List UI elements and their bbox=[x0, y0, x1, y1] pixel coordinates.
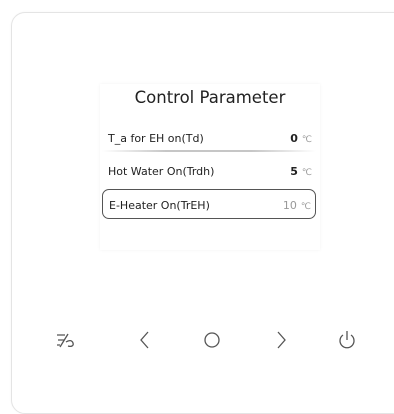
chevron-left-icon bbox=[140, 331, 149, 349]
row-divider bbox=[102, 150, 316, 152]
param-row-td[interactable]: T_a for EH on(Td) 0 ℃ bbox=[102, 125, 316, 151]
next-button[interactable] bbox=[268, 327, 294, 353]
lock-button[interactable] bbox=[52, 327, 78, 353]
unit-label: ℃ bbox=[300, 202, 311, 212]
ok-button[interactable] bbox=[199, 327, 225, 353]
power-icon bbox=[339, 331, 355, 349]
lock-slash-icon bbox=[57, 333, 74, 348]
unit-label: ℃ bbox=[301, 135, 312, 145]
param-label: Hot Water On(Trdh) bbox=[108, 165, 215, 178]
screen-title: Control Parameter bbox=[134, 88, 286, 107]
param-value: 0 ℃ bbox=[290, 132, 312, 145]
unit-label: ℃ bbox=[301, 168, 312, 178]
chevron-right-icon bbox=[277, 331, 286, 349]
power-button[interactable] bbox=[334, 327, 360, 353]
param-row-trdh[interactable]: Hot Water On(Trdh) 5 ℃ bbox=[102, 158, 316, 184]
param-label: E-Heater On(TrEH) bbox=[109, 199, 210, 212]
circle-ok-icon bbox=[204, 332, 220, 348]
display-screen: Control Parameter T_a for EH on(Td) 0 ℃ H… bbox=[100, 84, 320, 250]
param-value: 10 ℃ bbox=[282, 199, 311, 212]
previous-button[interactable] bbox=[132, 327, 158, 353]
param-value: 5 ℃ bbox=[290, 165, 312, 178]
param-row-treh-selected[interactable]: E-Heater On(TrEH) 10 ℃ bbox=[102, 189, 316, 219]
param-label: T_a for EH on(Td) bbox=[108, 132, 204, 145]
